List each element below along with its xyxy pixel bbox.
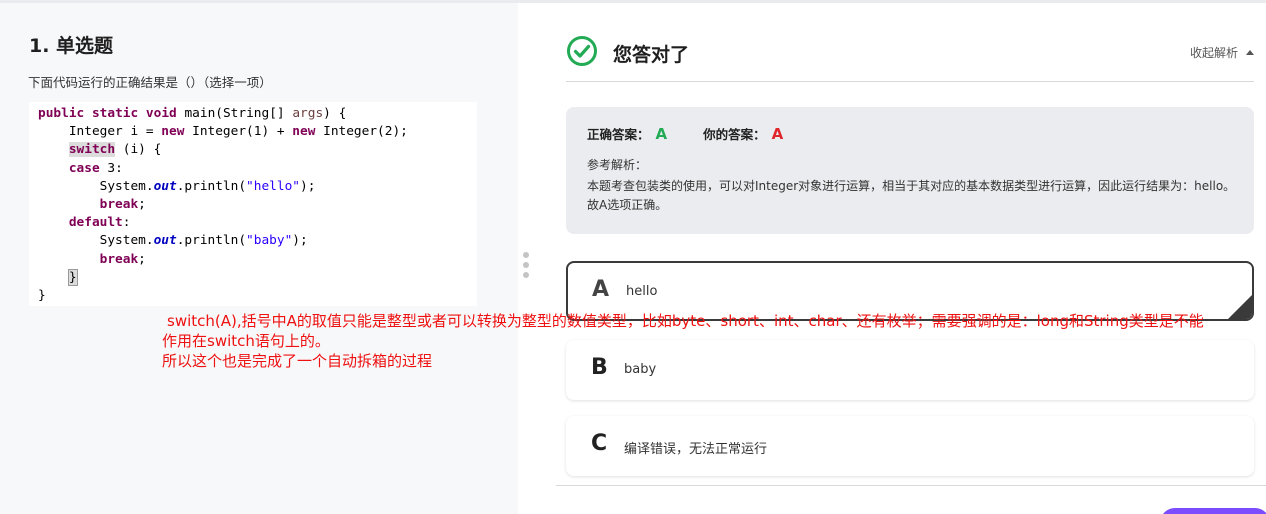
code-keyword: public [38,106,85,121]
code-text: ); [299,178,316,194]
code-param: args [292,106,324,121]
reference-label: 参考解析： [587,158,648,172]
code-text: ; [138,251,146,267]
collapse-label: 收起解析 [1189,46,1238,60]
question-title: 1. 单选题 [29,35,114,57]
handle-dot [523,252,529,258]
option-text: hello [626,284,658,299]
your-answer-label: 你的答案： [703,127,766,142]
code-field: out [153,233,177,249]
next-button[interactable] [1160,508,1266,514]
pane-resize-handle[interactable] [523,252,529,282]
option-letter: C [591,431,608,456]
code-brace-highlight: } [67,268,78,286]
result-title: 您答对了 [613,44,690,66]
note-line: 作用在switch语句上的。 [162,332,330,350]
code-keyword: break [99,197,139,213]
question-description: 下面代码运行的正确结果是（）（选择一项） [28,75,272,90]
top-bar [0,0,1266,3]
code-text: Integer(1) + [184,124,293,140]
code-keyword: case [68,160,100,176]
annotation-note: switch(A),括号中A的取值只能是整型或者可以转换为整型的数值类型，比如b… [162,311,1262,371]
code-text: System. [99,233,154,249]
code-string: "hello" [246,178,300,194]
code-text: } [38,288,46,304]
code-text: (i) { [115,142,162,158]
code-keyword-highlight: switch [68,142,116,158]
code-string: "baby" [246,233,293,249]
code-text: System. [99,178,154,194]
reference-text: 本题考查包装类的使用，可以对Integer对象进行运算，相当于其对应的基本数据类… [587,179,1236,212]
analysis-panel: 正确答案： A 你的答案： A 参考解析： 本题考查包装类的使用，可以对Integer… [566,107,1254,234]
code-text: main(String[] [184,106,285,121]
code-field: out [153,178,177,194]
result-header: 您答对了 收起解析 [566,33,1254,82]
code-text: Integer i = [68,124,162,140]
code-keyword: break [99,251,139,267]
code-text: .println( [176,233,247,249]
code-text: Integer(2); [315,124,408,140]
code-keyword: new [161,124,185,140]
handle-dot [523,262,529,268]
code-keyword: new [292,124,316,140]
bottom-divider [556,485,1266,486]
code-keyword: default [68,215,123,231]
correct-answer-label: 正确答案： [587,127,650,142]
code-text: .println( [176,178,247,194]
code-text: ; [138,197,146,213]
note-line: 所以这个也是完成了一个自动拆箱的过程 [162,352,433,370]
code-text: 3: [99,160,123,176]
option-letter: A [592,277,610,302]
code-block: public static void main(String[] args) {… [38,105,408,305]
collapse-analysis-button[interactable]: 收起解析 [1190,44,1254,61]
your-answer-value: A [771,125,784,143]
correct-answer-value: A [655,125,668,143]
code-text: ); [292,233,308,249]
answers-line: 正确答案： A 你的答案： A [587,124,783,143]
handle-dot [523,272,529,278]
caret-up-icon [1246,50,1254,55]
code-keyword: static [91,106,139,121]
code-text: : [122,215,131,231]
option-text: 编译错误，无法正常运行 [624,442,768,457]
option-c[interactable]: C 编译错误，无法正常运行 [566,416,1254,476]
code-text: ) { [323,106,347,121]
code-snippet: public static void main(String[] args) {… [29,102,477,306]
note-line: switch(A),括号中A的取值只能是整型或者可以转换为整型的数值类型，比如b… [167,312,1204,330]
code-keyword: void [145,106,177,121]
check-circle-icon [567,36,597,66]
